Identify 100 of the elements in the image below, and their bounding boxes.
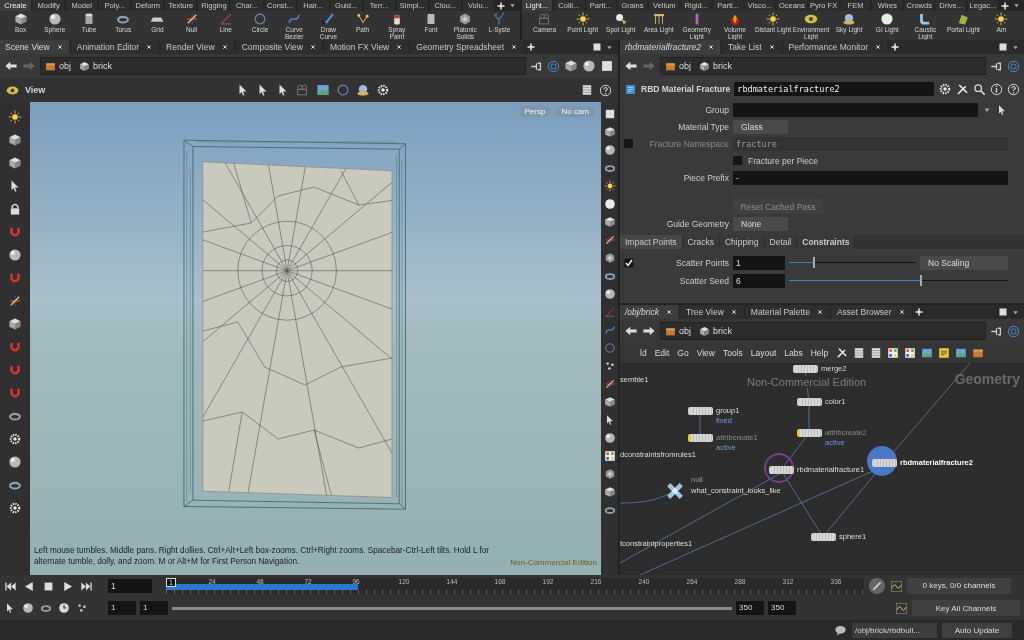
null-node[interactable] xyxy=(666,482,684,500)
lock-icon[interactable] xyxy=(8,202,22,216)
info-icon[interactable] xyxy=(990,82,1003,96)
ring-icon[interactable] xyxy=(603,504,616,516)
back-icon[interactable] xyxy=(4,59,18,73)
pane-tab[interactable]: Render View xyxy=(161,40,234,54)
dropdown[interactable]: Glass xyxy=(733,119,788,134)
close-icon[interactable] xyxy=(395,43,404,51)
pane-tab[interactable]: rbdmaterialfracture2 xyxy=(620,40,721,54)
menu-item[interactable]: Help xyxy=(810,348,829,358)
sphere-icon[interactable] xyxy=(8,455,22,469)
tools-icon[interactable] xyxy=(836,347,849,359)
curve-graph-icon[interactable] xyxy=(895,601,908,615)
play-icon[interactable] xyxy=(61,579,74,593)
folder-tab[interactable]: Constraints xyxy=(797,235,856,249)
menu-item[interactable]: Tools xyxy=(722,348,743,358)
speech-bubble-icon[interactable] xyxy=(834,623,847,637)
close-icon[interactable] xyxy=(729,308,738,316)
list-icon[interactable] xyxy=(581,84,593,96)
settings-icon[interactable] xyxy=(376,83,391,97)
circle-icon[interactable] xyxy=(603,342,616,354)
gem-icon[interactable] xyxy=(603,252,616,264)
square-icon[interactable] xyxy=(592,42,602,52)
sphere-icon[interactable] xyxy=(603,288,616,300)
plus-icon[interactable] xyxy=(526,42,537,52)
close-icon[interactable] xyxy=(145,43,154,51)
settings-icon[interactable] xyxy=(938,82,952,96)
help-icon[interactable] xyxy=(1007,82,1020,96)
path-crumb[interactable]: brick xyxy=(699,60,733,72)
settings-icon[interactable] xyxy=(8,501,22,515)
play-backward-icon[interactable] xyxy=(23,579,36,593)
pane-tab[interactable]: /obj/brick xyxy=(620,305,678,319)
network-node[interactable] xyxy=(872,459,897,467)
input-field[interactable] xyxy=(733,102,978,117)
cube-icon[interactable] xyxy=(8,133,22,147)
magnet-icon[interactable] xyxy=(8,386,22,400)
close-icon[interactable] xyxy=(707,43,716,51)
cube-icon[interactable] xyxy=(8,156,22,170)
start-frame-field[interactable]: 1 xyxy=(108,601,136,615)
magnet-icon[interactable] xyxy=(8,271,22,285)
slider-thumb[interactable] xyxy=(920,275,923,286)
image-icon[interactable] xyxy=(955,347,968,359)
close-icon[interactable] xyxy=(815,308,824,316)
path-bar[interactable]: obj brick xyxy=(40,57,526,75)
pane-tab[interactable]: Tree View xyxy=(681,305,743,319)
dots-icon[interactable] xyxy=(603,360,616,372)
network-node[interactable] xyxy=(688,407,713,415)
cube-icon[interactable] xyxy=(603,216,616,228)
dots-icon[interactable] xyxy=(76,602,88,614)
checkbox[interactable] xyxy=(733,156,742,165)
checkbox[interactable] xyxy=(624,257,634,268)
settings-icon[interactable] xyxy=(8,432,22,446)
dropdown[interactable]: None xyxy=(733,216,788,231)
magnet-icon[interactable] xyxy=(8,363,22,377)
sun-icon[interactable] xyxy=(8,110,22,124)
axes-icon[interactable] xyxy=(603,378,616,390)
close-icon[interactable] xyxy=(308,43,317,51)
path-crumb[interactable]: obj xyxy=(45,60,71,72)
folder-tab[interactable]: Impact Points xyxy=(620,235,683,249)
ring-icon[interactable] xyxy=(603,270,616,282)
folder-tab[interactable]: Chipping xyxy=(719,235,765,249)
axes-icon[interactable] xyxy=(603,234,616,246)
square-icon[interactable] xyxy=(998,42,1008,52)
curve-icon[interactable] xyxy=(603,324,616,336)
search-icon[interactable] xyxy=(973,82,986,96)
menu-item[interactable]: Layout xyxy=(750,348,777,358)
image-icon[interactable] xyxy=(921,347,934,359)
list-icon[interactable] xyxy=(870,347,883,359)
pane-tab[interactable]: Motion FX View xyxy=(324,40,409,54)
circle-icon[interactable] xyxy=(336,83,351,97)
plus-icon[interactable] xyxy=(495,0,506,11)
close-icon[interactable] xyxy=(767,43,776,51)
palette-icon[interactable] xyxy=(887,347,900,359)
plus-icon[interactable] xyxy=(890,42,900,52)
network-node[interactable] xyxy=(797,429,822,437)
sphere-icon[interactable] xyxy=(8,248,22,262)
target-icon[interactable] xyxy=(1007,324,1020,338)
tools-icon[interactable] xyxy=(956,82,969,96)
close-icon[interactable] xyxy=(874,43,882,51)
path-crumb[interactable]: obj xyxy=(665,60,691,72)
auto-update-button[interactable]: Auto Update xyxy=(942,622,1012,638)
back-icon[interactable] xyxy=(624,324,638,338)
sphere-icon[interactable] xyxy=(22,602,34,614)
close-icon[interactable] xyxy=(55,43,64,51)
square-icon[interactable] xyxy=(600,59,614,73)
menu-item[interactable]: View xyxy=(696,348,715,358)
end-frame-field[interactable]: 350 xyxy=(768,601,796,615)
magnet-icon[interactable] xyxy=(8,225,22,239)
back-icon[interactable] xyxy=(624,59,638,73)
input-field[interactable]: - xyxy=(733,170,1008,185)
ring-icon[interactable] xyxy=(40,602,52,614)
clock-icon[interactable] xyxy=(58,602,70,614)
close-icon[interactable] xyxy=(510,43,519,51)
pane-tab[interactable]: Geometry Spreadsheet xyxy=(411,40,524,54)
close-icon[interactable] xyxy=(220,43,229,51)
crate-icon[interactable] xyxy=(972,347,985,359)
slider-thumb[interactable] xyxy=(813,257,816,268)
path-crumb[interactable]: brick xyxy=(79,60,113,72)
pane-tab[interactable]: Scene View xyxy=(0,40,69,54)
range-end-field[interactable]: 350 xyxy=(736,601,764,615)
